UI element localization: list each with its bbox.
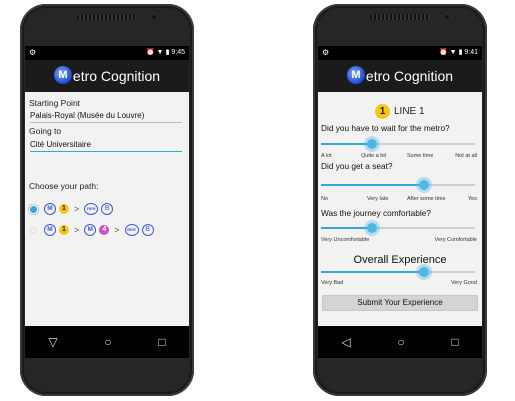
tick-label: Yes xyxy=(468,196,477,202)
metro-icon: M xyxy=(44,224,56,236)
rer-b-badge: B xyxy=(141,224,154,236)
status-right: ⏰ ▼ ▮ 9:45 xyxy=(146,46,185,60)
submit-experience-button[interactable]: Submit Your Experience xyxy=(322,295,478,311)
recents-icon[interactable]: □ xyxy=(158,335,165,349)
status-time: 9:41 xyxy=(464,49,478,56)
tick-label: Not at all xyxy=(455,153,477,159)
line-1-badge: 1 xyxy=(59,225,69,235)
tick-label: Quite a bit xyxy=(361,153,387,159)
back-icon[interactable]: ◁ xyxy=(341,335,350,349)
arrow-icon: > xyxy=(114,225,120,235)
slider-overall[interactable] xyxy=(321,267,475,277)
speaker-grille xyxy=(370,14,430,20)
arrow-icon: > xyxy=(74,204,80,214)
speaker-grille xyxy=(77,14,137,20)
metro-logo-icon: M xyxy=(346,66,365,84)
question-comfort: Was the journey comfortable? xyxy=(321,208,431,218)
line-1-badge: 1 xyxy=(59,204,69,214)
slider-thumb[interactable] xyxy=(366,139,377,149)
screen-route-planner: ⚙ ⏰ ▼ ▮ 9:45 Metro Cognition Starting Po… xyxy=(25,46,189,358)
tick-label: Very Comfortable xyxy=(434,237,478,243)
home-icon[interactable]: ○ xyxy=(104,335,111,349)
back-icon[interactable]: ▽ xyxy=(48,335,57,349)
app-title: etro Cognition xyxy=(72,68,161,84)
starting-point-field[interactable]: Palais-Royal (Musée du Louvre) xyxy=(30,111,182,123)
rer-icon: RER xyxy=(124,224,139,236)
app-bar: Metro Cognition xyxy=(318,60,482,92)
tick-label: Very late xyxy=(367,196,389,202)
rer-icon: RER xyxy=(84,203,99,215)
tick-label: Very Bad xyxy=(321,280,344,286)
front-camera xyxy=(150,13,158,21)
line-label: LINE 1 xyxy=(394,106,425,117)
slider-wait[interactable] xyxy=(321,139,475,149)
path2-option[interactable]: M 1 > M 4 > RER B xyxy=(44,224,154,236)
route-form: Starting Point Palais-Royal (Musée du Lo… xyxy=(25,92,189,326)
slider-comfort[interactable] xyxy=(321,223,475,233)
metro-icon: M xyxy=(84,224,97,236)
going-to-field[interactable]: Cité Universitaire xyxy=(30,140,182,152)
recents-icon[interactable]: □ xyxy=(451,335,458,349)
slider-fill xyxy=(321,184,425,186)
status-bar: ⚙ ⏰ ▼ ▮ 9:45 xyxy=(25,46,189,60)
nav-bar: ◁ ○ □ xyxy=(318,326,482,358)
question-seat: Did you get a seat? xyxy=(321,161,393,171)
status-bar: ⚙ ⏰ ▼ ▮ 9:41 xyxy=(318,46,482,60)
question-wait: Did you have to wait for the metro? xyxy=(321,123,450,133)
slider-thumb[interactable] xyxy=(419,267,430,277)
phone-right: ⚙ ⏰ ▼ ▮ 9:41 Metro Cognition 1 LINE 1 Di… xyxy=(313,4,487,396)
slider-seat[interactable] xyxy=(321,180,475,190)
slider-fill xyxy=(321,143,372,145)
battery-icon: ▮ xyxy=(165,49,170,56)
slider-fill xyxy=(321,227,372,229)
battery-icon: ▮ xyxy=(458,49,463,56)
metro-icon: M xyxy=(44,203,56,215)
rer-b-badge: B xyxy=(101,203,114,215)
front-camera xyxy=(443,13,451,21)
app-bar: Metro Cognition xyxy=(25,60,189,92)
status-right: ⏰ ▼ ▮ 9:41 xyxy=(439,46,478,60)
slider-thumb[interactable] xyxy=(419,180,430,190)
metro-logo-icon: M xyxy=(53,66,72,84)
tick-label: After some time xyxy=(407,196,446,202)
status-time: 9:45 xyxy=(171,49,185,56)
phone-left: ⚙ ⏰ ▼ ▮ 9:45 Metro Cognition Starting Po… xyxy=(20,4,194,396)
tick-label: Very Uncomfortable xyxy=(321,237,370,243)
tick-label: A lot xyxy=(321,153,332,159)
path1-radio[interactable] xyxy=(30,206,37,213)
slider-fill xyxy=(321,271,425,273)
starting-point-label: Starting Point xyxy=(29,98,81,108)
tick-label: No xyxy=(321,196,329,202)
overall-experience-label: Overall Experience xyxy=(353,254,447,266)
slider-thumb[interactable] xyxy=(366,223,377,233)
app-title: etro Cognition xyxy=(365,68,454,84)
signal-icon: ▼ xyxy=(156,49,164,56)
line-4-badge: 4 xyxy=(99,225,110,235)
tick-label: Very Good xyxy=(451,280,477,286)
choose-path-label: Choose your path: xyxy=(29,181,99,191)
home-icon[interactable]: ○ xyxy=(397,335,404,349)
path1-option[interactable]: M 1 > RER B xyxy=(44,203,114,215)
signal-icon: ▼ xyxy=(449,49,457,56)
alarm-icon: ⏰ xyxy=(439,49,448,56)
path2-radio[interactable] xyxy=(30,227,37,234)
arrow-icon: > xyxy=(74,225,80,235)
tick-label: Some time xyxy=(407,153,434,159)
nav-bar: ▽ ○ □ xyxy=(25,326,189,358)
screen-survey: ⚙ ⏰ ▼ ▮ 9:41 Metro Cognition 1 LINE 1 Di… xyxy=(318,46,482,358)
going-to-label: Going to xyxy=(29,126,62,136)
android-debug-icon: ⚙ xyxy=(29,48,37,57)
alarm-icon: ⏰ xyxy=(146,49,155,56)
line-number-badge: 1 xyxy=(375,104,390,119)
android-debug-icon: ⚙ xyxy=(322,48,330,57)
